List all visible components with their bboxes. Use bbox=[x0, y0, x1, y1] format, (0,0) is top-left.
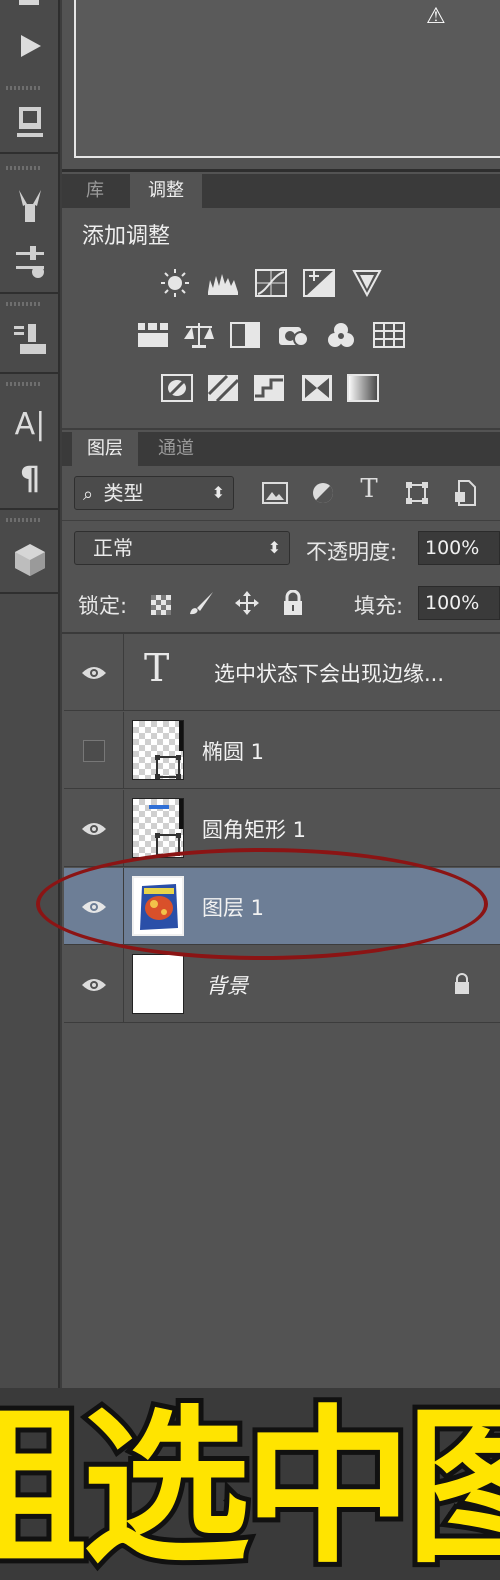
layer-row-text[interactable]: T 选中状态下会出现边缘... bbox=[64, 634, 500, 711]
text-layer-thumbnail-icon[interactable]: T bbox=[144, 646, 169, 690]
layer-name[interactable]: 椭圆 1 bbox=[202, 736, 264, 766]
adjust-tab-bar: 库 调整 bbox=[62, 174, 500, 208]
blend-mode-select[interactable]: 正常 ⬍ bbox=[74, 531, 290, 565]
exposure-icon[interactable] bbox=[302, 268, 336, 298]
panel-grip[interactable] bbox=[6, 86, 42, 90]
eye-icon bbox=[81, 900, 106, 913]
brush-tool-icon[interactable] bbox=[0, 184, 60, 228]
caption-text: 组选中图 bbox=[0, 1390, 500, 1580]
panel-grip[interactable] bbox=[6, 518, 42, 522]
sliders-tool-icon[interactable] bbox=[0, 240, 60, 284]
vibrance-icon[interactable] bbox=[350, 268, 384, 298]
separator bbox=[0, 592, 60, 594]
navigator-panel: ⚠ bbox=[62, 0, 500, 172]
opacity-input[interactable]: 100% bbox=[418, 531, 500, 565]
layer-name[interactable]: 圆角矩形 1 bbox=[202, 814, 306, 844]
tab-channels[interactable]: 通道 bbox=[140, 432, 212, 466]
separator bbox=[0, 152, 60, 154]
caption-banner: 组选中图 bbox=[0, 1388, 500, 1580]
character-icon[interactable]: A| bbox=[0, 400, 60, 448]
separator bbox=[0, 372, 60, 374]
fill-input[interactable]: 100% bbox=[418, 586, 500, 620]
filter-divider bbox=[62, 520, 500, 521]
adjustment-filter-icon[interactable] bbox=[306, 478, 340, 508]
layers-empty-area bbox=[62, 1024, 500, 1388]
layers-tab-bar: 图层 通道 bbox=[62, 432, 500, 466]
search-icon: ⌕ bbox=[83, 484, 94, 505]
eye-icon bbox=[81, 978, 106, 991]
separator bbox=[0, 292, 60, 294]
channel-mixer-icon[interactable] bbox=[324, 320, 358, 350]
select-arrows-icon: ⬍ bbox=[267, 538, 281, 557]
visibility-toggle[interactable] bbox=[64, 712, 124, 789]
fill-label: 填充: bbox=[354, 594, 404, 618]
layer-name[interactable]: 图层 1 bbox=[202, 892, 264, 922]
layer-name[interactable]: 选中状态下会出现边缘... bbox=[214, 658, 444, 688]
threshold-icon[interactable] bbox=[252, 373, 286, 403]
hue-saturation-icon[interactable] bbox=[136, 320, 170, 350]
photo-filter-icon[interactable] bbox=[276, 320, 310, 350]
smart-object-filter-icon[interactable] bbox=[448, 478, 482, 508]
lock-pixels-brush-icon[interactable] bbox=[186, 588, 216, 618]
filter-kind-label: 类型 bbox=[103, 481, 144, 505]
invert-icon[interactable] bbox=[160, 373, 194, 403]
select-arrows-icon: ⬍ bbox=[211, 483, 225, 502]
warning-icon[interactable]: ⚠ bbox=[426, 4, 446, 29]
lock-all-icon[interactable] bbox=[278, 588, 308, 618]
layer-lock-icon bbox=[452, 972, 472, 1000]
eye-icon bbox=[81, 822, 106, 835]
layer-name[interactable]: 背景 bbox=[206, 970, 248, 1000]
tab-library[interactable]: 库 bbox=[62, 174, 128, 208]
3d-cube-menu-icon[interactable] bbox=[0, 100, 60, 144]
curves-icon[interactable] bbox=[254, 268, 288, 298]
play-icon[interactable] bbox=[0, 28, 60, 64]
levels-icon[interactable] bbox=[206, 268, 240, 298]
visibility-toggle[interactable] bbox=[64, 790, 124, 867]
lock-transparent-icon[interactable] bbox=[146, 590, 176, 620]
layer-row-rounded-rect[interactable]: 圆角矩形 1 bbox=[64, 790, 500, 867]
image-filter-icon[interactable] bbox=[258, 478, 292, 508]
panel-grip[interactable] bbox=[6, 166, 42, 170]
opacity-label: 不透明度: bbox=[306, 540, 398, 564]
blend-mode-value: 正常 bbox=[93, 536, 133, 560]
visibility-toggle[interactable] bbox=[64, 946, 124, 1023]
color-balance-icon[interactable] bbox=[182, 320, 216, 350]
shape-filter-icon[interactable] bbox=[400, 478, 434, 508]
separator bbox=[0, 508, 60, 510]
layer-thumbnail[interactable] bbox=[132, 876, 184, 936]
selective-color-icon[interactable] bbox=[300, 373, 334, 403]
add-adjustment-title: 添加调整 bbox=[82, 224, 171, 249]
type-filter-icon[interactable]: T bbox=[352, 474, 386, 504]
tool-strip: A| ¶ bbox=[0, 0, 60, 1580]
tab-layers[interactable]: 图层 bbox=[72, 432, 138, 466]
brightness-icon[interactable] bbox=[158, 268, 192, 298]
layer-thumbnail[interactable] bbox=[132, 798, 184, 858]
collapsed-icon[interactable] bbox=[0, 0, 60, 20]
hidden-checkbox bbox=[82, 739, 105, 762]
layer-row-ellipse[interactable]: 椭圆 1 bbox=[64, 712, 500, 789]
posterize-icon[interactable] bbox=[206, 373, 240, 403]
layer-row-image[interactable]: 图层 1 bbox=[64, 868, 500, 945]
filter-kind-select[interactable]: ⌕ 类型 ⬍ bbox=[74, 476, 234, 510]
stamp-icon[interactable] bbox=[0, 316, 60, 364]
layer-thumbnail[interactable] bbox=[132, 954, 184, 1014]
color-lookup-icon[interactable] bbox=[372, 320, 406, 350]
eye-icon bbox=[81, 666, 106, 679]
panel-divider bbox=[62, 428, 500, 430]
panel-grip[interactable] bbox=[6, 382, 42, 386]
lock-position-move-icon[interactable] bbox=[232, 588, 262, 618]
paragraph-icon[interactable]: ¶ bbox=[0, 454, 60, 502]
layer-row-background[interactable]: 背景 bbox=[64, 946, 500, 1023]
layer-thumbnail[interactable] bbox=[132, 720, 184, 780]
gradient-map-icon[interactable] bbox=[346, 373, 380, 403]
lock-label: 锁定: bbox=[78, 594, 128, 618]
visibility-toggle[interactable] bbox=[64, 868, 124, 945]
black-white-icon[interactable] bbox=[228, 320, 262, 350]
tab-adjustments[interactable]: 调整 bbox=[130, 174, 202, 208]
visibility-toggle[interactable] bbox=[64, 634, 124, 711]
3d-box-icon[interactable] bbox=[0, 536, 60, 584]
snack-bag-image bbox=[134, 878, 182, 934]
panel-grip[interactable] bbox=[6, 302, 42, 306]
